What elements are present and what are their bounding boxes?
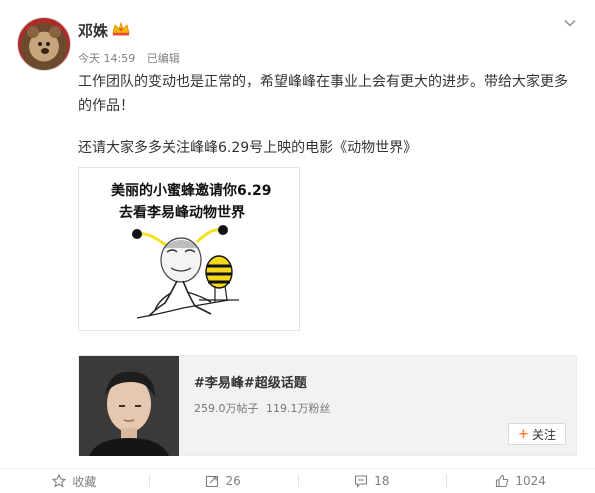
topic-photo xyxy=(79,356,179,456)
like-button[interactable]: 1024 xyxy=(446,469,595,493)
meme-image[interactable]: 美丽的小蜜蜂邀请你6.29 去看李易峰动物世界 xyxy=(78,167,300,331)
chevron-down-icon[interactable] xyxy=(563,16,577,30)
edited-label[interactable]: 已编辑 xyxy=(147,52,180,65)
comment-button[interactable]: 18 xyxy=(297,469,447,493)
repost-count: 26 xyxy=(225,474,241,488)
topic-title[interactable]: #李易峰#超级话题 xyxy=(194,372,307,391)
bear-eye-right xyxy=(46,42,50,46)
bear-nose xyxy=(41,48,49,54)
meme-caption-2: 去看李易峰动物世界 xyxy=(119,205,245,221)
topic-posts-count: 259.0万帖子 xyxy=(194,402,259,415)
meme-caption-1: 美丽的小蜜蜂邀请你6.29 xyxy=(111,183,272,199)
comment-count: 18 xyxy=(374,474,390,488)
avatar[interactable] xyxy=(17,17,71,71)
action-bar: 收藏 26 18 1024 xyxy=(0,468,595,493)
thumbs-up-icon xyxy=(496,474,509,488)
post-text-movie: 还请大家多多关注峰峰6.29号上映的电影《动物世界》 xyxy=(78,140,418,156)
post-meta: 今天 14:59 已编辑 xyxy=(78,50,188,66)
favorite-button[interactable]: 收藏 xyxy=(0,469,149,493)
vip-crown-icon xyxy=(112,22,130,36)
favorite-label: 收藏 xyxy=(72,474,97,489)
follow-label: 关注 xyxy=(531,427,556,442)
bear-ear-left xyxy=(27,26,39,38)
star-icon xyxy=(52,474,67,488)
post-time[interactable]: 今天 14:59 xyxy=(78,52,135,65)
like-count: 1024 xyxy=(515,474,546,488)
topic-stats: 259.0万帖子 119.1万粉丝 xyxy=(194,400,335,416)
follow-button[interactable]: + 关注 xyxy=(508,423,566,445)
bear-ear-right xyxy=(49,26,61,38)
repost-icon xyxy=(206,475,219,488)
topic-card[interactable]: #李易峰#超级话题 259.0万帖子 119.1万粉丝 + 关注 xyxy=(78,355,577,456)
repost-button[interactable]: 26 xyxy=(148,469,298,493)
bear-eye-left xyxy=(38,42,42,46)
username[interactable]: 邓姝 xyxy=(78,20,108,41)
post-text: 工作团队的变动也是正常的，希望峰峰在事业上会有更大的进步。带给大家更多的作品！ xyxy=(78,74,568,114)
topic-fans-count: 119.1万粉丝 xyxy=(266,402,331,415)
comment-icon xyxy=(355,475,368,488)
plus-icon: + xyxy=(518,426,529,442)
